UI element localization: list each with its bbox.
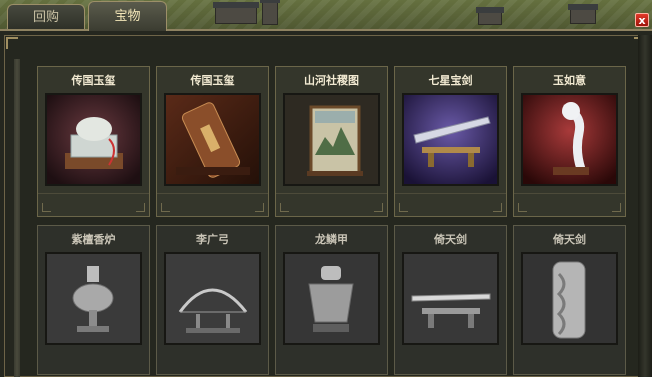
ruyi-scepter-icon [521,93,618,186]
map-building [568,4,598,24]
treasure-card-li-guang-bow[interactable]: 李广弓 [156,225,269,375]
dragon-pillar-icon [521,252,618,345]
card-footer [395,193,506,216]
landscape-scroll-icon [283,93,380,186]
jade-seal-icon [45,93,142,186]
treasure-name: 七星宝剑 [428,74,473,87]
treasure-name: 传国玉玺 [190,74,235,87]
treasure-card-incense-burner[interactable]: 紫檀香炉 [37,225,150,375]
treasure-card-dragon-armor[interactable]: 龙鳞甲 [275,225,388,375]
treasure-card-jade-seal[interactable]: 传国玉玺 [37,66,150,217]
treasure-name: 紫檀香炉 [71,233,116,246]
treasure-name: 倚天剑 [434,233,467,246]
close-button[interactable]: x [635,13,649,27]
sword-on-stand-icon [402,93,499,186]
incense-burner-icon [45,252,142,345]
card-footer [276,193,387,216]
map-building [476,7,504,25]
treasure-name: 龙鳞甲 [315,233,348,246]
tab-treasure[interactable]: 宝物 [88,1,167,31]
frame-ornament [6,37,18,49]
treasure-name: 山河社稷图 [304,74,359,87]
treasure-name: 李广弓 [196,233,229,246]
tab-buyback[interactable]: 回购 [7,4,85,30]
card-footer [38,193,149,216]
treasure-name: 玉如意 [553,74,586,87]
card-footer [157,193,268,216]
treasure-card-ruyi[interactable]: 玉如意 [513,66,626,217]
treasure-name: 传国玉玺 [71,74,116,87]
treasure-card-seven-star-sword[interactable]: 七星宝剑 [394,66,507,217]
treasure-card-yitian-sword[interactable]: 倚天剑 [394,225,507,375]
sword-on-stand-icon [402,252,499,345]
treasure-name: 倚天剑 [553,233,586,246]
dragon-armor-icon [283,252,380,345]
bow-on-rack-icon [164,252,261,345]
treasure-card-yitian-pillar[interactable]: 倚天剑 [513,225,626,375]
map-building [213,2,259,24]
panel-rail [14,59,20,377]
scroll-case-icon [164,93,261,186]
scrollbar[interactable] [638,35,652,377]
map-building [260,0,280,25]
treasure-card-landscape-scroll[interactable]: 山河社稷图 [275,66,388,217]
card-footer [514,193,625,216]
treasure-card-scroll-case[interactable]: 传国玉玺 [156,66,269,217]
